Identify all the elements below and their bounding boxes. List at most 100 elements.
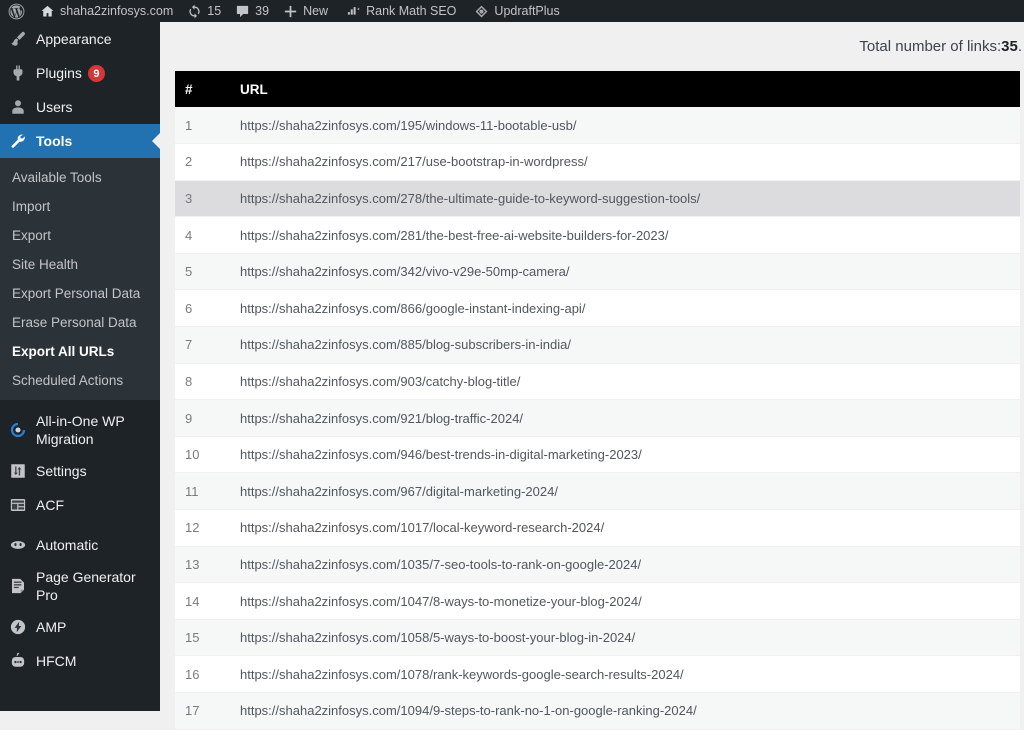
row-url-link[interactable]: https://shaha2zinfosys.com/1035/7-seo-to… — [240, 557, 641, 572]
row-number: 12 — [175, 509, 230, 547]
table-row[interactable]: 4 https://shaha2zinfosys.com/281/the-best… — [175, 216, 1020, 254]
table-row[interactable]: 8 https://shaha2zinfosys.com/903/catchy-b… — [175, 363, 1020, 401]
rank-math-icon — [346, 4, 361, 19]
table-row[interactable]: 13 https://shaha2zinfosys.com/1035/7-seo-… — [175, 546, 1020, 584]
table-row[interactable]: 16 https://shaha2zinfosys.com/1078/rank-k… — [175, 655, 1020, 693]
sidebar-item-automatic[interactable]: Automatic — [0, 528, 160, 562]
row-url-cell: https://shaha2zinfosys.com/1035/7-seo-to… — [230, 546, 1020, 584]
submenu-item-scheduled-actions[interactable]: Scheduled Actions — [0, 366, 160, 395]
adminbar-item-15[interactable]: 15 — [180, 0, 228, 22]
table-row[interactable]: 12 https://shaha2zinfosys.com/1017/local-… — [175, 509, 1020, 547]
table-head: # URL — [175, 71, 1020, 107]
row-url-link[interactable]: https://shaha2zinfosys.com/1017/local-ke… — [240, 520, 604, 535]
adminbar-item-new[interactable]: New — [276, 0, 335, 22]
total-links-suffix: . — [1017, 38, 1022, 55]
adminbar-item-label: 39 — [255, 4, 270, 18]
table-row[interactable]: 14 https://shaha2zinfosys.com/1047/8-ways… — [175, 582, 1020, 620]
table-row[interactable]: 15 https://shaha2zinfosys.com/1058/5-ways… — [175, 619, 1020, 657]
table-row[interactable]: 2 https://shaha2zinfosys.com/217/use-boot… — [175, 143, 1020, 181]
row-number: 5 — [175, 253, 230, 291]
row-number: 2 — [175, 143, 230, 181]
update-count-badge: 9 — [87, 65, 105, 83]
sidebar-item-label: HFCM — [36, 653, 77, 669]
sidebar-item-users[interactable]: Users — [0, 90, 160, 124]
row-url-link[interactable]: https://shaha2zinfosys.com/921/blog-traf… — [240, 411, 523, 426]
row-url-cell: https://shaha2zinfosys.com/1058/5-ways-t… — [230, 619, 1020, 657]
adminbar-item-shaha2zinfosys-com[interactable]: shaha2zinfosys.com — [33, 0, 180, 22]
row-url-link[interactable]: https://shaha2zinfosys.com/278/the-ultim… — [240, 191, 700, 206]
row-url-link[interactable]: https://shaha2zinfosys.com/903/catchy-bl… — [240, 374, 520, 389]
updraftplus-icon — [474, 4, 489, 19]
sidebar-item-label: Page Generator Pro — [36, 569, 136, 603]
row-url-link[interactable]: https://shaha2zinfosys.com/967/digital-m… — [240, 484, 558, 499]
row-number: 6 — [175, 289, 230, 328]
sidebar-item-acf[interactable]: ACF — [0, 488, 160, 522]
row-url-link[interactable]: https://shaha2zinfosys.com/1047/8-ways-t… — [240, 594, 642, 609]
table-row[interactable]: 3 https://shaha2zinfosys.com/278/the-ulti… — [175, 180, 1020, 218]
row-number: 15 — [175, 619, 230, 657]
update-icon — [187, 4, 202, 19]
adminbar-item-updraftplus[interactable]: UpdraftPlus — [467, 0, 566, 22]
row-url-cell: https://shaha2zinfosys.com/967/digital-m… — [230, 472, 1020, 511]
adminbar-item-rank-math-seo[interactable]: Rank Math SEO — [339, 0, 463, 22]
row-url-cell: https://shaha2zinfosys.com/1017/local-ke… — [230, 509, 1020, 547]
sidebar-item-text: Appearance — [36, 31, 112, 47]
sidebar-item-label: All-in-One WP Migration — [36, 413, 125, 447]
sidebar-item-hfcm[interactable]: HFCM — [0, 644, 160, 678]
table-row[interactable]: 7 https://shaha2zinfosys.com/885/blog-sub… — [175, 326, 1020, 364]
row-url-cell: https://shaha2zinfosys.com/903/catchy-bl… — [230, 363, 1020, 401]
row-url-link[interactable]: https://shaha2zinfosys.com/885/blog-subs… — [240, 337, 571, 352]
table-row[interactable]: 11 https://shaha2zinfosys.com/967/digital… — [175, 472, 1020, 511]
row-number: 4 — [175, 216, 230, 254]
sidebar-item-all-in-one-wp-migration[interactable]: All-in-One WP Migration — [0, 406, 160, 454]
sidebar-item-page-generator-pro[interactable]: Page Generator Pro — [0, 562, 160, 610]
table-row[interactable]: 1 https://shaha2zinfosys.com/195/windows-… — [175, 107, 1020, 145]
hfcm-robot-icon — [0, 652, 36, 670]
row-url-cell: https://shaha2zinfosys.com/946/best-tren… — [230, 436, 1020, 474]
sidebar-item-settings[interactable]: Settings — [0, 454, 160, 488]
submenu-item-site-health[interactable]: Site Health — [0, 250, 160, 279]
sidebar-item-label: AMP — [36, 619, 67, 635]
table-row[interactable]: 10 https://shaha2zinfosys.com/946/best-tr… — [175, 436, 1020, 474]
sidebar-item-appearance[interactable]: Appearance — [0, 22, 160, 56]
adminbar-item-wordpress-logo[interactable] — [0, 0, 33, 22]
table-body: 1 https://shaha2zinfosys.com/195/windows-… — [175, 107, 1020, 730]
table-row[interactable]: 5 https://shaha2zinfosys.com/342/vivo-v29… — [175, 253, 1020, 291]
sidebar-item-label: Appearance — [36, 30, 160, 48]
sidebar-plugin-menu: All-in-One WP Migration Settings ACF Automa… — [0, 406, 160, 678]
row-url-link[interactable]: https://shaha2zinfosys.com/281/the-best-… — [240, 228, 669, 243]
table-row[interactable]: 6 https://shaha2zinfosys.com/866/google-i… — [175, 289, 1020, 328]
column-header-number[interactable]: # — [175, 71, 230, 107]
row-url-link[interactable]: https://shaha2zinfosys.com/866/google-in… — [240, 301, 585, 316]
home-icon — [40, 4, 55, 19]
row-number: 16 — [175, 655, 230, 693]
row-url-link[interactable]: https://shaha2zinfosys.com/342/vivo-v29e… — [240, 264, 570, 279]
main-content: Total number of links: 35. # URL 1 https:… — [160, 22, 1024, 730]
row-number: 3 — [175, 180, 230, 218]
column-header-url[interactable]: URL — [230, 71, 1020, 107]
sidebar-item-label: Settings — [36, 463, 87, 479]
submenu-item-export-all-urls[interactable]: Export All URLs — [0, 337, 160, 366]
sidebar-item-plugins[interactable]: Plugins 9 — [0, 56, 160, 90]
row-number: 1 — [175, 107, 230, 145]
adminbar-item-label: 15 — [207, 4, 222, 18]
sidebar-item-amp[interactable]: AMP — [0, 610, 160, 644]
adminbar-item-39[interactable]: 39 — [228, 0, 276, 22]
submenu-item-export[interactable]: Export — [0, 221, 160, 250]
row-url-link[interactable]: https://shaha2zinfosys.com/217/use-boots… — [240, 154, 588, 169]
row-url-link[interactable]: https://shaha2zinfosys.com/195/windows-1… — [240, 118, 577, 133]
sidebar-item-tools[interactable]: Tools — [0, 124, 160, 158]
row-url-link[interactable]: https://shaha2zinfosys.com/1058/5-ways-t… — [240, 630, 635, 645]
total-links-count: 35 — [1001, 38, 1018, 55]
submenu-item-erase-personal-data[interactable]: Erase Personal Data — [0, 308, 160, 337]
submenu-item-import[interactable]: Import — [0, 192, 160, 221]
automatic-face-icon — [0, 536, 36, 554]
row-url-link[interactable]: https://shaha2zinfosys.com/946/best-tren… — [240, 447, 642, 462]
submenu-item-available-tools[interactable]: Available Tools — [0, 163, 160, 192]
submenu-item-export-personal-data[interactable]: Export Personal Data — [0, 279, 160, 308]
adminbar-item-label: UpdraftPlus — [494, 4, 560, 18]
row-url-link[interactable]: https://shaha2zinfosys.com/1078/rank-key… — [240, 667, 684, 682]
row-url-cell: https://shaha2zinfosys.com/281/the-best-… — [230, 216, 1020, 254]
table-row[interactable]: 9 https://shaha2zinfosys.com/921/blog-tra… — [175, 399, 1020, 437]
sidebar-item-label: Tools — [36, 132, 160, 150]
